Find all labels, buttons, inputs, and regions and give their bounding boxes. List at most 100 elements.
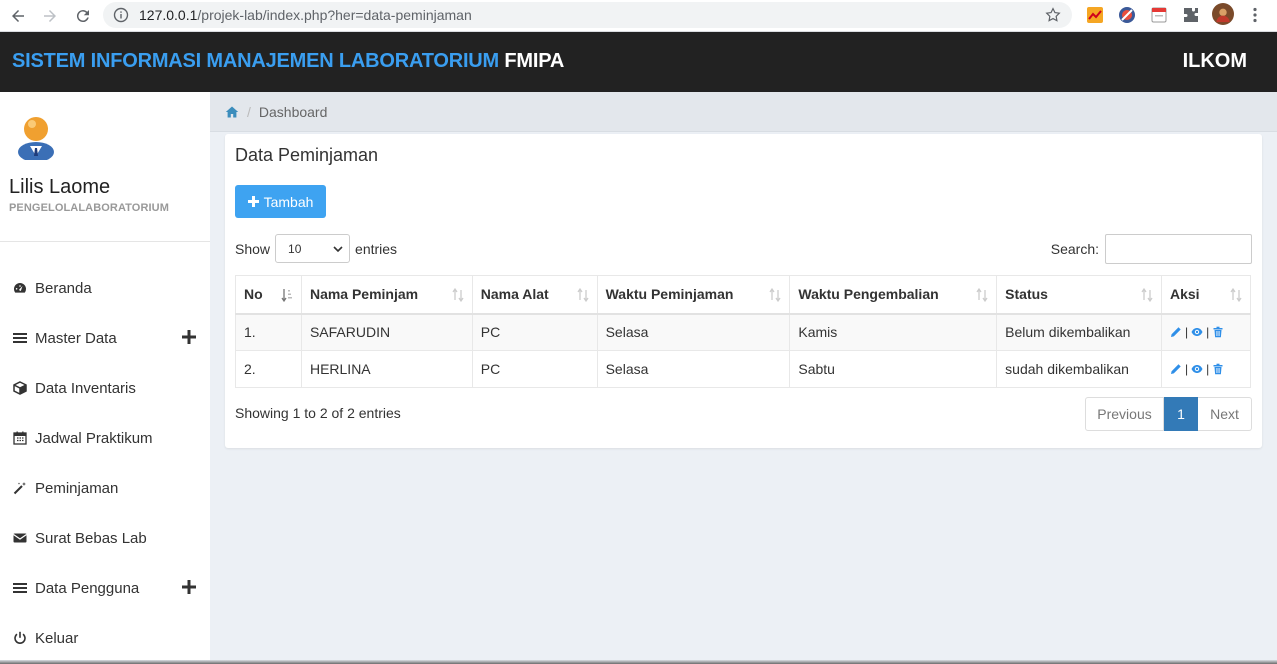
sidebar-item-jadwal-praktikum[interactable]: Jadwal Praktikum	[0, 413, 210, 463]
url-host: 127.0.0.1	[139, 7, 198, 23]
cell-nama-peminjam: HERLINA	[300, 350, 473, 388]
cell-no: 2.	[235, 350, 302, 388]
brand-secondary: FMIPA	[504, 50, 565, 72]
extensions-menu[interactable]	[1181, 5, 1201, 25]
table-row: 1. SAFARUDIN PC Selasa Kamis Belum dikembalik…	[235, 313, 1252, 351]
expand-plus-icon[interactable]	[182, 580, 196, 594]
window-bottom-edge	[0, 660, 1277, 664]
browser-toolbar: 127.0.0.1/projek-lab/index.php?her=data-…	[0, 0, 1277, 32]
reload-button[interactable]	[71, 4, 95, 28]
search-control: Search:	[1051, 234, 1252, 264]
back-button[interactable]	[6, 4, 30, 28]
cell-waktu-pengembalian: Sabtu	[789, 350, 998, 388]
sidebar-item-surat-bebas-lab[interactable]: Surat Bebas Lab	[0, 513, 210, 563]
cell-aksi: | |	[1160, 313, 1252, 351]
action-separator: |	[1206, 362, 1210, 376]
app-brand[interactable]: SISTEM INFORMASI MANAJEMEN LABORATORIUM …	[12, 50, 564, 73]
next-page-button[interactable]: Next	[1198, 397, 1252, 431]
column-header-label: Waktu Pengembalian	[798, 286, 939, 303]
cell-waktu-peminjaman: Selasa	[596, 313, 791, 351]
peminjaman-table: No Nama Peminjam Nama Alat Waktu Peminjaman…	[235, 275, 1252, 388]
power-icon	[12, 630, 28, 646]
column-header[interactable]: No	[235, 275, 302, 315]
cell-no: 1.	[235, 313, 302, 351]
sidebar-menu: Beranda Master Data Data Inventaris Jadwal …	[0, 263, 210, 663]
column-header[interactable]: Waktu Pengembalian	[789, 275, 998, 315]
previous-page-button[interactable]: Previous	[1085, 397, 1164, 431]
cell-nama-alat: PC	[471, 350, 598, 388]
action-separator: |	[1206, 325, 1210, 340]
column-header-label: Status	[1005, 286, 1048, 303]
extension-chart[interactable]	[1085, 5, 1105, 25]
column-header-label: Nama Alat	[480, 286, 549, 303]
action-separator: |	[1184, 325, 1189, 340]
column-header[interactable]: Aksi	[1160, 275, 1252, 315]
address-bar[interactable]: 127.0.0.1/projek-lab/index.php?her=data-…	[103, 2, 1072, 28]
sidebar-item-data-pengguna[interactable]: Data Pengguna	[0, 563, 210, 613]
delete-trash-icon[interactable]	[1212, 326, 1224, 338]
edit-pencil-icon[interactable]	[1170, 363, 1182, 375]
table-row: 2. HERLINA PC Selasa Sabtu sudah dikembalikan…	[235, 350, 1252, 388]
sort-icon	[452, 287, 464, 303]
column-header-label: Waktu Peminjaman	[605, 286, 734, 303]
arrow-right-icon	[44, 10, 56, 22]
action-separator: |	[1184, 362, 1189, 376]
profile-avatar[interactable]	[1212, 3, 1234, 25]
brand-primary: SISTEM INFORMASI MANAJEMEN LABORATORIUM	[12, 50, 500, 72]
cell-aksi: | |	[1160, 350, 1252, 388]
breadcrumb-current: Dashboard	[258, 104, 328, 120]
column-header[interactable]: Status	[996, 275, 1162, 315]
view-eye-icon[interactable]	[1191, 326, 1203, 338]
sidebar-item-master-data[interactable]: Master Data	[0, 313, 210, 363]
calendar-extension-icon	[1151, 7, 1167, 23]
extension-shield[interactable]	[1117, 5, 1137, 25]
sidebar-item-label: Jadwal Praktikum	[35, 429, 153, 447]
column-header[interactable]: Nama Peminjam	[300, 275, 473, 315]
extension-calendar[interactable]	[1149, 5, 1169, 25]
cell-waktu-pengembalian: Kamis	[789, 313, 998, 351]
info-icon[interactable]	[113, 7, 129, 23]
show-label: Show	[235, 240, 271, 257]
sidebar-item-label: Keluar	[35, 629, 79, 647]
bars-icon	[12, 580, 28, 596]
sort-icon	[976, 287, 988, 303]
sidebar-item-label: Beranda	[35, 279, 92, 297]
add-button[interactable]: Tambah	[235, 185, 326, 218]
column-header[interactable]: Waktu Peminjaman	[596, 275, 791, 315]
user-role: PENGELOLALABORATORIUM	[9, 202, 169, 214]
calendar-icon	[12, 430, 28, 446]
expand-plus-icon[interactable]	[182, 330, 196, 344]
breadcrumb-separator: /	[247, 104, 251, 120]
profile-icon	[1216, 8, 1230, 23]
column-header[interactable]: Nama Alat	[471, 275, 598, 315]
sort-icon	[1141, 287, 1153, 303]
url-path: /projek-lab/index.php?her=data-peminjama…	[197, 7, 472, 23]
page-length-control: Show 10 entries	[235, 234, 397, 263]
app-header: SISTEM INFORMASI MANAJEMEN LABORATORIUM …	[0, 32, 1277, 92]
sidebar-item-data-inventaris[interactable]: Data Inventaris	[0, 363, 210, 413]
user-avatar	[18, 117, 54, 160]
bars-icon	[12, 330, 28, 346]
sidebar-item-label: Peminjaman	[35, 479, 119, 497]
add-button-label: Tambah	[263, 193, 314, 210]
edit-pencil-icon[interactable]	[1170, 326, 1182, 338]
sidebar-item-beranda[interactable]: Beranda	[0, 263, 210, 313]
breadcrumb: / Dashboard	[225, 104, 327, 120]
url-text[interactable]: 127.0.0.1/projek-lab/index.php?her=data-…	[139, 7, 472, 23]
sort-icon	[1230, 287, 1242, 303]
sidebar-item-keluar[interactable]: Keluar	[0, 613, 210, 663]
page-1-button[interactable]: 1	[1164, 397, 1198, 431]
page-length-select[interactable]: 10	[275, 234, 351, 263]
home-icon[interactable]	[225, 105, 239, 119]
forward-button[interactable]	[38, 4, 62, 28]
plus-icon	[247, 196, 259, 207]
sidebar-item-label: Master Data	[35, 329, 117, 347]
bookmark-star-icon[interactable]	[1044, 6, 1062, 24]
browser-menu[interactable]	[1245, 5, 1265, 25]
sidebar-item-peminjaman[interactable]: Peminjaman	[0, 463, 210, 513]
search-input[interactable]	[1105, 234, 1252, 264]
row-actions: | |	[1170, 325, 1242, 339]
view-eye-icon[interactable]	[1191, 363, 1203, 375]
chevron-down-icon	[333, 246, 343, 253]
delete-trash-icon[interactable]	[1212, 363, 1224, 375]
